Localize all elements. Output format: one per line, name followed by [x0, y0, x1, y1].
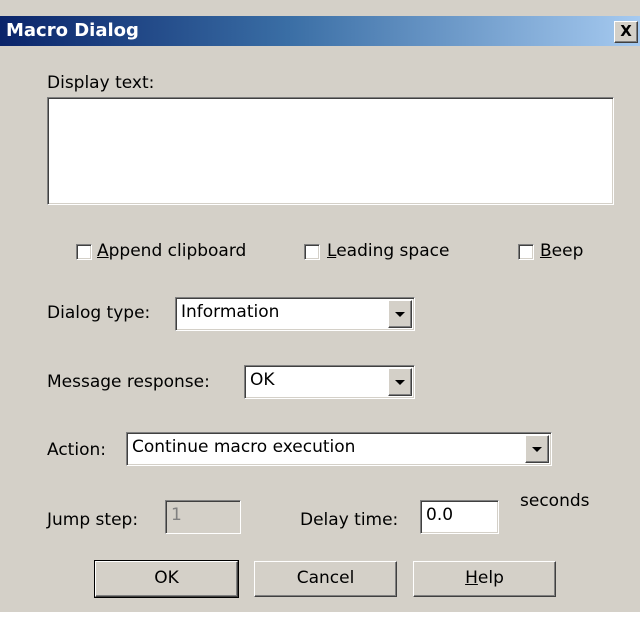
delay-time-value: 0.0 [426, 505, 454, 525]
macro-dialog: Macro Dialog X Display text: Append clip… [0, 0, 640, 612]
dialog-type-select[interactable]: Information [175, 297, 415, 331]
window-title: Macro Dialog [6, 20, 139, 41]
append-clipboard-checkbox[interactable] [76, 244, 92, 260]
action-select[interactable]: Continue macro execution [126, 432, 552, 466]
close-icon: X [620, 22, 632, 40]
chevron-down-icon [395, 380, 405, 385]
delay-time-unit: seconds [520, 491, 590, 511]
close-button[interactable]: X [614, 21, 638, 43]
action-value: Continue macro execution [132, 437, 356, 457]
chevron-down-icon [532, 447, 542, 452]
jump-step-label: Jump step: [47, 510, 139, 530]
help-button[interactable]: Help [413, 561, 556, 597]
cancel-button[interactable]: Cancel [254, 561, 397, 597]
message-response-dropdown-button[interactable] [388, 368, 412, 396]
dialog-type-dropdown-button[interactable] [388, 300, 412, 328]
delay-time-input[interactable]: 0.0 [420, 500, 499, 534]
delay-time-label: Delay time: [300, 510, 399, 530]
message-response-value: OK [250, 370, 275, 390]
action-dropdown-button[interactable] [525, 435, 549, 463]
dialog-type-value: Information [181, 302, 280, 322]
action-label: Action: [47, 440, 106, 460]
message-response-select[interactable]: OK [244, 365, 415, 399]
beep-label[interactable]: Beep [540, 241, 583, 261]
message-response-label: Message response: [47, 372, 210, 392]
append-clipboard-label[interactable]: Append clipboard [97, 241, 246, 261]
beep-checkbox[interactable] [518, 244, 534, 260]
jump-step-value: 1 [171, 505, 182, 525]
leading-space-checkbox[interactable] [304, 244, 320, 260]
display-text-label: Display text: [47, 73, 155, 93]
dialog-type-label: Dialog type: [47, 303, 151, 323]
jump-step-input: 1 [165, 500, 241, 534]
title-bar[interactable]: Macro Dialog X [0, 16, 640, 46]
chevron-down-icon [395, 312, 405, 317]
ok-button[interactable]: OK [94, 560, 239, 598]
leading-space-label[interactable]: Leading space [327, 241, 449, 261]
display-text-input[interactable] [47, 97, 614, 205]
